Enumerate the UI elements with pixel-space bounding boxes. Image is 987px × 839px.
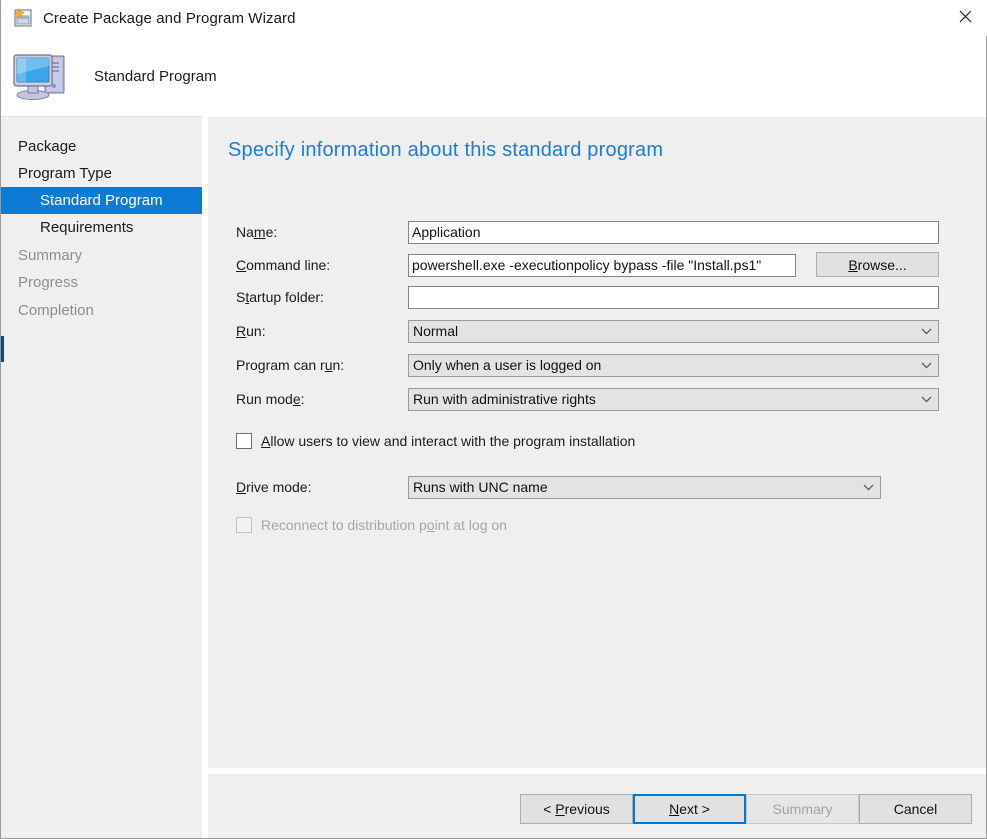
summary-button: Summary xyxy=(746,794,859,824)
cancel-button-label: Cancel xyxy=(893,801,938,817)
wizard-window: Create Package and Program Wizard Standa… xyxy=(0,0,987,839)
run-mode-dropdown[interactable]: Run with administrative rights xyxy=(408,388,939,411)
close-icon[interactable] xyxy=(942,0,987,32)
allow-interact-checkbox[interactable]: Allow users to view and interact with th… xyxy=(236,431,635,451)
sidebar-item-package[interactable]: Package xyxy=(1,133,202,160)
program-can-run-dropdown[interactable]: Only when a user is logged on xyxy=(408,354,939,377)
sidebar-footer-fill xyxy=(1,768,202,838)
previous-button-label: < Previous xyxy=(543,801,610,817)
window-title: Create Package and Program Wizard xyxy=(43,9,296,27)
drive-mode-dropdown[interactable]: Runs with UNC name xyxy=(408,476,881,499)
sidebar-item-label: Progress xyxy=(18,274,79,291)
sidebar-item-label: Package xyxy=(18,138,77,155)
allow-interact-label: Allow users to view and interact with th… xyxy=(261,433,636,449)
chevron-down-icon xyxy=(920,355,932,376)
next-button-label: Next > xyxy=(669,801,710,817)
program-can-run-label: Program can run: xyxy=(236,357,345,373)
sidebar-item-label: Standard Program xyxy=(40,192,163,209)
startup-folder-label: Startup folder: xyxy=(236,289,324,305)
sidebar-item-program-type[interactable]: Program Type xyxy=(1,160,202,187)
sidebar-item-standard-program[interactable]: Standard Program xyxy=(1,187,202,214)
sidebar-item-requirements[interactable]: Requirements xyxy=(1,214,202,241)
computer-monitor-icon xyxy=(12,48,74,104)
wizard-footer: < Previous Next > Summary Cancel xyxy=(208,774,986,838)
previous-button[interactable]: < Previous xyxy=(520,794,633,824)
checkbox-box xyxy=(236,517,252,533)
content-panel: Specify information about this standard … xyxy=(208,117,986,768)
cancel-button[interactable]: Cancel xyxy=(859,794,972,824)
content-heading: Specify information about this standard … xyxy=(228,139,664,161)
browse-button[interactable]: Browse... xyxy=(816,252,939,277)
chevron-down-icon xyxy=(862,477,874,498)
run-mode-value: Run with administrative rights xyxy=(413,391,596,407)
startup-folder-input[interactable] xyxy=(408,286,939,309)
reconnect-label: Reconnect to distribution point at log o… xyxy=(261,517,507,533)
next-button[interactable]: Next > xyxy=(633,794,746,824)
wizard-header: Standard Program xyxy=(1,36,986,116)
page-title: Standard Program xyxy=(94,67,217,85)
drive-mode-label: Drive mode: xyxy=(236,479,312,495)
command-line-label: Command line: xyxy=(236,257,331,273)
browse-button-label: Browse... xyxy=(848,256,907,273)
sidebar-item-summary: Summary xyxy=(1,242,202,269)
summary-button-label: Summary xyxy=(772,801,833,817)
name-input[interactable]: Application xyxy=(408,221,939,244)
name-label: Name: xyxy=(236,224,278,240)
sidebar-item-label: Completion xyxy=(18,302,94,319)
sidebar-item-label: Program Type xyxy=(18,165,112,182)
wizard-sidebar: Package Program Type Standard Program Re… xyxy=(1,116,202,838)
sidebar-item-label: Requirements xyxy=(40,219,134,236)
run-dropdown-value: Normal xyxy=(413,323,459,339)
reconnect-checkbox: Reconnect to distribution point at log o… xyxy=(236,515,507,535)
package-wizard-icon xyxy=(12,7,34,29)
run-label: Run: xyxy=(236,323,266,339)
sidebar-item-label: Summary xyxy=(18,247,83,264)
chevron-down-icon xyxy=(920,321,932,342)
sidebar-item-progress: Progress xyxy=(1,269,202,296)
sidebar-item-completion: Completion xyxy=(1,297,202,324)
run-mode-label: Run mode: xyxy=(236,391,305,407)
sidebar-accent-bar xyxy=(1,336,4,362)
checkbox-box xyxy=(236,433,252,449)
chevron-down-icon xyxy=(920,389,932,410)
drive-mode-value: Runs with UNC name xyxy=(413,479,548,495)
run-dropdown[interactable]: Normal xyxy=(408,320,939,343)
program-can-run-value: Only when a user is logged on xyxy=(413,357,602,373)
title-bar: Create Package and Program Wizard xyxy=(1,0,987,36)
command-line-input[interactable]: powershell.exe -executionpolicy bypass -… xyxy=(408,254,796,277)
